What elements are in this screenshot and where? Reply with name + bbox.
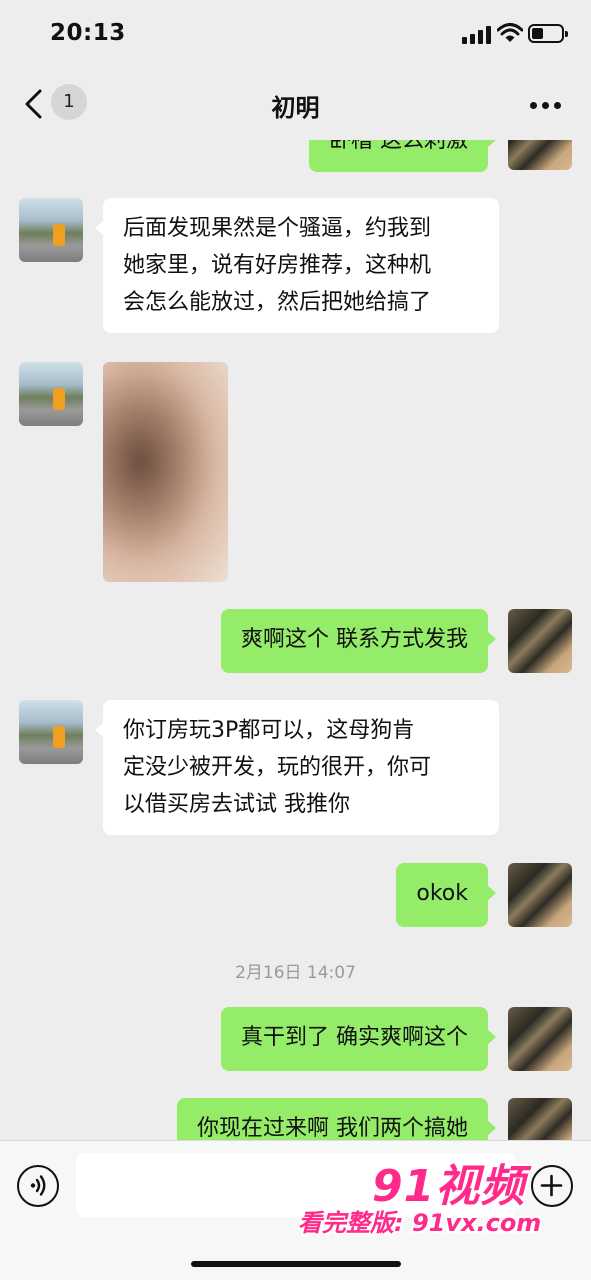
wifi-icon <box>497 23 523 42</box>
chat-header: 1 初明 <box>0 64 591 140</box>
watermark-url: 看完整版: 91vx.com <box>298 1209 542 1237</box>
message-image[interactable] <box>103 362 228 582</box>
avatar-self[interactable] <box>508 140 572 170</box>
chat-title: 初明 <box>271 94 320 122</box>
avatar-contact[interactable] <box>19 198 83 262</box>
message-bubble-outgoing[interactable]: okok <box>396 863 496 927</box>
avatar-self[interactable] <box>508 863 572 927</box>
status-bar: 20:13 <box>0 0 591 64</box>
plus-button[interactable] <box>531 1165 573 1207</box>
message-timestamp: 2月16日 14:07 <box>235 963 356 983</box>
avatar-contact[interactable] <box>19 700 83 764</box>
message-bubble-incoming[interactable]: 后面发现果然是个骚逼，约我到 她家里，说有好房推荐，这种机 会怎么能放过，然后把… <box>95 198 499 333</box>
avatar-contact[interactable] <box>19 362 83 426</box>
message-list[interactable]: 卧槽 这么刺激 后面发现果然是个骚逼，约我到 她家里，说有好房推荐，这种机 会怎… <box>0 140 591 1140</box>
message-bubble-outgoing[interactable]: 卧槽 这么刺激 <box>309 140 496 172</box>
avatar-self[interactable] <box>508 1098 572 1140</box>
message-bubble-outgoing[interactable]: 真干到了 确实爽啊这个 <box>221 1007 496 1071</box>
avatar-self[interactable] <box>508 609 572 673</box>
voice-icon <box>30 1175 46 1196</box>
status-time: 20:13 <box>50 20 126 46</box>
avatar-self[interactable] <box>508 1007 572 1071</box>
battery-icon <box>528 24 568 43</box>
plus-icon <box>540 1174 563 1197</box>
more-dots-icon[interactable] <box>530 102 562 110</box>
message-bubble-outgoing[interactable]: 你现在过来啊 我们两个搞她 <box>177 1098 496 1140</box>
voice-button[interactable] <box>17 1165 59 1207</box>
message-bubble-incoming[interactable]: 你订房玩3P都可以，这母狗肯 定没少被开发，玩的很开，你可 以借买房去试试 我推… <box>95 700 499 835</box>
home-indicator <box>191 1261 401 1267</box>
signal-icon <box>462 26 492 44</box>
message-bubble-outgoing[interactable]: 爽啊这个 联系方式发我 <box>221 609 496 673</box>
